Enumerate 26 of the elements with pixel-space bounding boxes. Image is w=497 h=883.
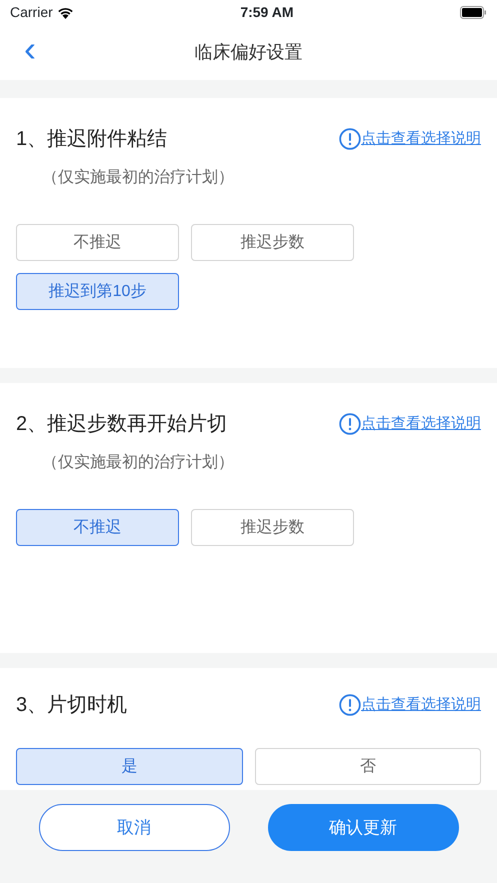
option-button[interactable]: 推迟步数 <box>191 509 354 546</box>
section-note: （仅实施最初的治疗计划） <box>41 452 235 473</box>
cancel-button[interactable]: 取消 <box>38 804 230 851</box>
battery-icon <box>460 6 488 19</box>
carrier-label: Carrier <box>10 3 53 22</box>
option-button[interactable]: 是 <box>16 748 242 785</box>
explanation-link[interactable]: 点击查看选择说明 <box>339 128 481 150</box>
back-button[interactable]: ‹ <box>20 31 40 67</box>
wifi-icon <box>56 6 74 19</box>
confirm-button[interactable]: 确认更新 <box>268 804 458 851</box>
status-time: 7:59 AM <box>240 3 294 22</box>
page-title: 临床偏好设置 <box>194 41 302 64</box>
section-title: 3、片切时机 <box>16 693 128 718</box>
section-note: （仅实施最初的治疗计划） <box>41 168 235 188</box>
explanation-link[interactable]: 点击查看选择说明 <box>339 694 481 716</box>
section-title: 1、推迟附件粘结 <box>16 127 168 152</box>
option-button[interactable]: 不推迟 <box>16 509 179 546</box>
explanation-link[interactable]: 点击查看选择说明 <box>339 412 481 436</box>
section-title: 2、推迟步数再开始片切 <box>16 412 228 437</box>
option-button[interactable]: 推迟到第10步 <box>16 273 179 310</box>
info-icon <box>339 413 361 435</box>
option-button[interactable]: 推迟步数 <box>191 224 354 261</box>
info-icon <box>339 694 361 716</box>
info-icon <box>339 128 361 150</box>
option-button[interactable]: 否 <box>254 748 481 785</box>
option-button[interactable]: 不推迟 <box>16 224 179 261</box>
